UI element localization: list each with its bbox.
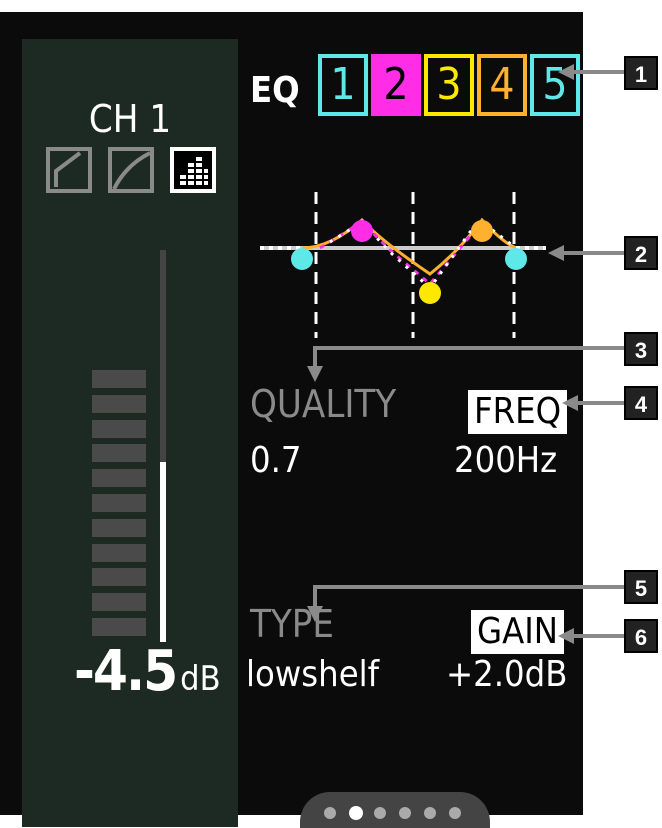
callout-5: 5 <box>624 570 658 604</box>
callout-2: 2 <box>624 236 658 270</box>
callout-3: 3 <box>624 332 658 366</box>
callout-1: 1 <box>624 56 658 90</box>
callout-arrows <box>307 64 624 644</box>
callout-4: 4 <box>624 386 658 420</box>
callout-6: 6 <box>624 619 658 653</box>
